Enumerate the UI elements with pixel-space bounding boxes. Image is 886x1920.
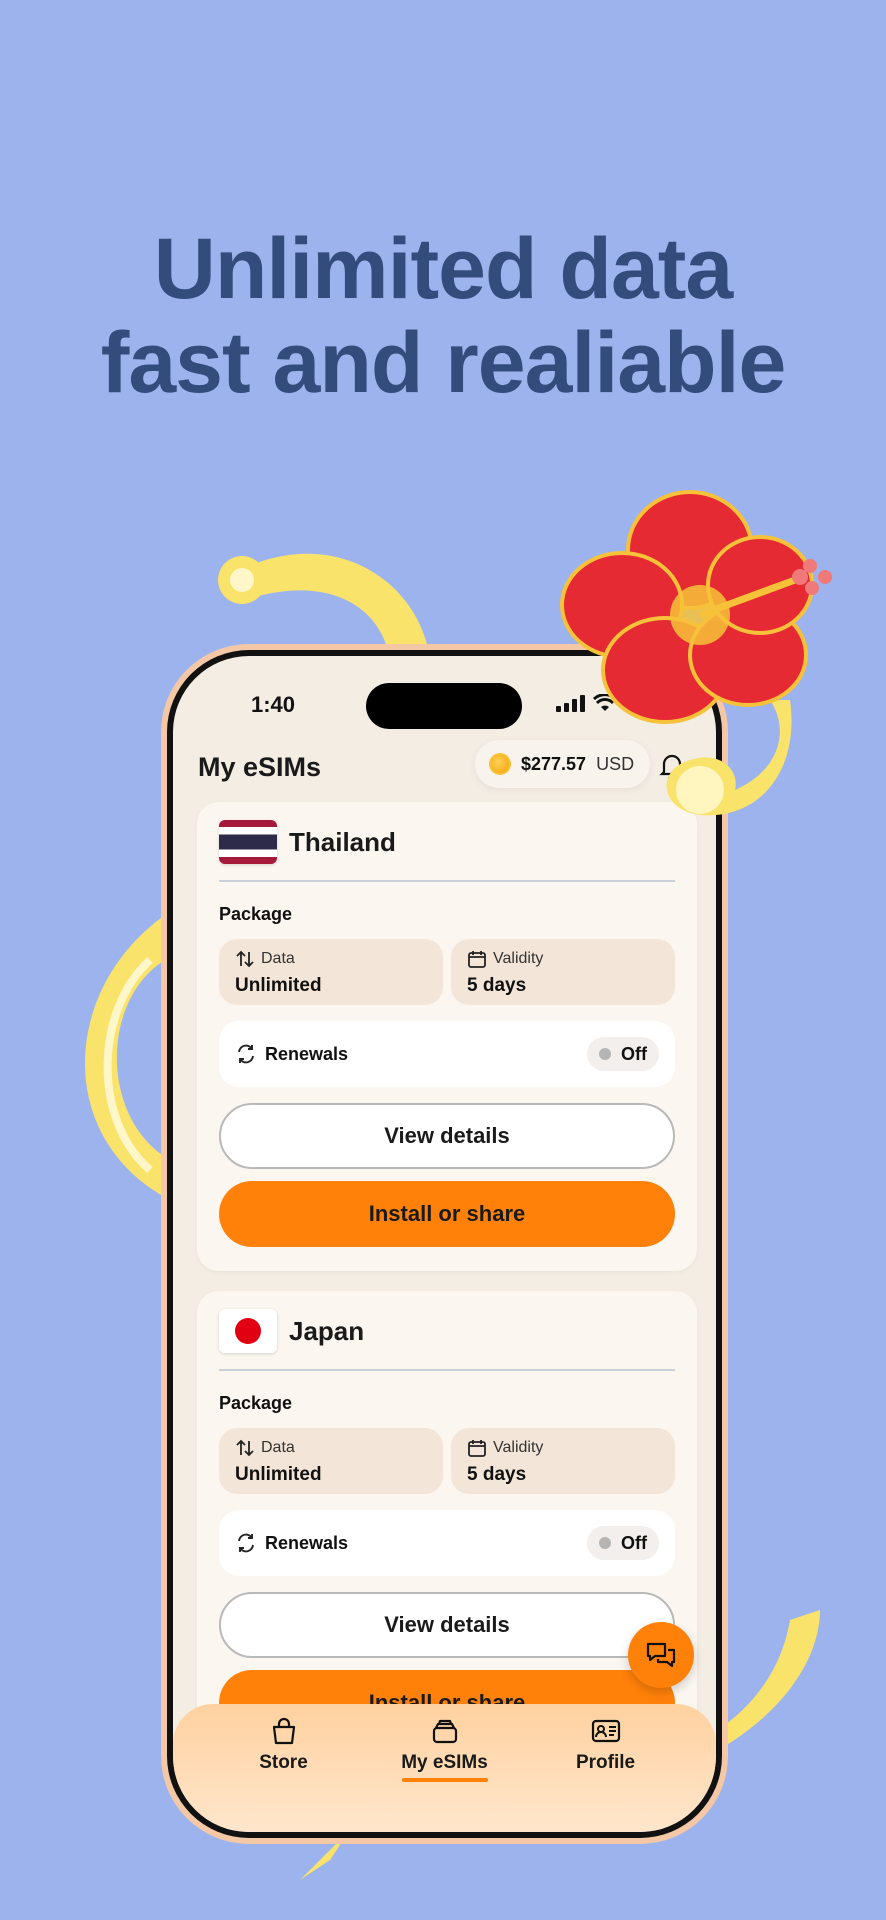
headline-line-1: Unlimited data — [153, 221, 734, 317]
renewals-label: Renewals — [265, 1532, 349, 1553]
validity-box: Validity 5 days — [451, 939, 675, 1005]
page-title: My eSIMs — [198, 752, 322, 782]
calendar-icon — [468, 1440, 486, 1457]
validity-value: 5 days — [467, 975, 527, 996]
phone-frame: 1:40 My eSIMs $277.57 USD Thailand Packa… — [161, 644, 728, 1844]
refresh-icon — [238, 1044, 254, 1064]
renewals-toggle[interactable]: Off — [587, 1526, 659, 1560]
country-name: Japan — [289, 1315, 365, 1346]
renewals-toggle[interactable]: Off — [587, 1037, 659, 1071]
calendar-icon — [468, 951, 486, 968]
tab-my-esims[interactable]: My eSIMs — [390, 1716, 500, 1832]
dynamic-island — [366, 683, 522, 729]
toggle-dot-icon — [599, 1048, 611, 1060]
data-label: Data — [261, 1439, 295, 1456]
data-value: Unlimited — [235, 1464, 322, 1485]
tab-profile-label: Profile — [575, 1752, 636, 1773]
package-label: Package — [219, 904, 293, 924]
tab-bar: Store My eSIMs Profile — [173, 1704, 716, 1832]
status-icons — [556, 694, 661, 712]
sim-stack-icon — [432, 1719, 457, 1744]
esim-card-header: Thailand — [219, 820, 675, 882]
app-screen: 1:40 My eSIMs $277.57 USD Thailand Packa… — [173, 656, 716, 1832]
esim-card: Japan Package Data Unlimited Validity 5 … — [197, 1291, 697, 1760]
balance-amount: $277.57 — [521, 753, 587, 774]
data-value: Unlimited — [235, 975, 322, 996]
japan-flag-icon — [219, 1309, 277, 1353]
data-transfer-icon — [236, 1439, 254, 1457]
renewals-row[interactable]: Renewals Off — [219, 1510, 675, 1576]
data-label: Data — [261, 950, 295, 967]
tab-store-label: Store — [259, 1752, 308, 1773]
data-box: Data Unlimited — [219, 939, 443, 1005]
renewals-label: Renewals — [265, 1043, 349, 1064]
validity-box: Validity 5 days — [451, 1428, 675, 1494]
renewals-state: Off — [621, 1532, 647, 1553]
balance-chip[interactable]: $277.57 USD — [475, 740, 651, 788]
validity-value: 5 days — [467, 1464, 527, 1485]
country-name: Thailand — [289, 826, 396, 857]
renewals-state: Off — [621, 1043, 647, 1064]
signal-icon — [556, 695, 585, 712]
tab-profile[interactable]: Profile — [551, 1716, 661, 1832]
wifi-icon — [593, 694, 617, 711]
refresh-icon — [238, 1533, 254, 1553]
active-tab-indicator — [401, 1778, 488, 1782]
install-or-share-button[interactable]: Install or share — [219, 1181, 675, 1247]
battery-icon — [625, 694, 661, 712]
esim-card-header: Japan — [219, 1309, 675, 1371]
renewals-row[interactable]: Renewals Off — [219, 1021, 675, 1087]
toggle-dot-icon — [599, 1537, 611, 1549]
headline: Unlimited data fast and realiable — [0, 222, 886, 410]
id-card-icon — [591, 1719, 620, 1743]
view-details-button[interactable]: View details — [219, 1592, 675, 1658]
tab-my-esims-label: My eSIMs — [401, 1752, 488, 1773]
status-time: 1:40 — [251, 692, 296, 717]
package-label: Package — [219, 1393, 293, 1413]
chat-icon — [646, 1642, 676, 1668]
validity-label: Validity — [493, 1439, 544, 1456]
view-details-button[interactable]: View details — [219, 1103, 675, 1169]
bell-icon[interactable] — [659, 752, 685, 780]
balance-currency: USD — [596, 753, 635, 774]
tab-store[interactable]: Store — [229, 1716, 339, 1832]
headline-line-2: fast and realiable — [100, 315, 787, 411]
data-transfer-icon — [236, 950, 254, 968]
validity-label: Validity — [493, 950, 544, 967]
thailand-flag-icon — [219, 820, 277, 864]
chat-support-button[interactable] — [628, 1622, 694, 1688]
esim-list: Thailand Package Data Unlimited Validity… — [197, 802, 697, 1780]
coin-icon — [489, 753, 511, 775]
bag-icon — [272, 1717, 295, 1745]
data-box: Data Unlimited — [219, 1428, 443, 1494]
esim-card: Thailand Package Data Unlimited Validity… — [197, 802, 697, 1271]
